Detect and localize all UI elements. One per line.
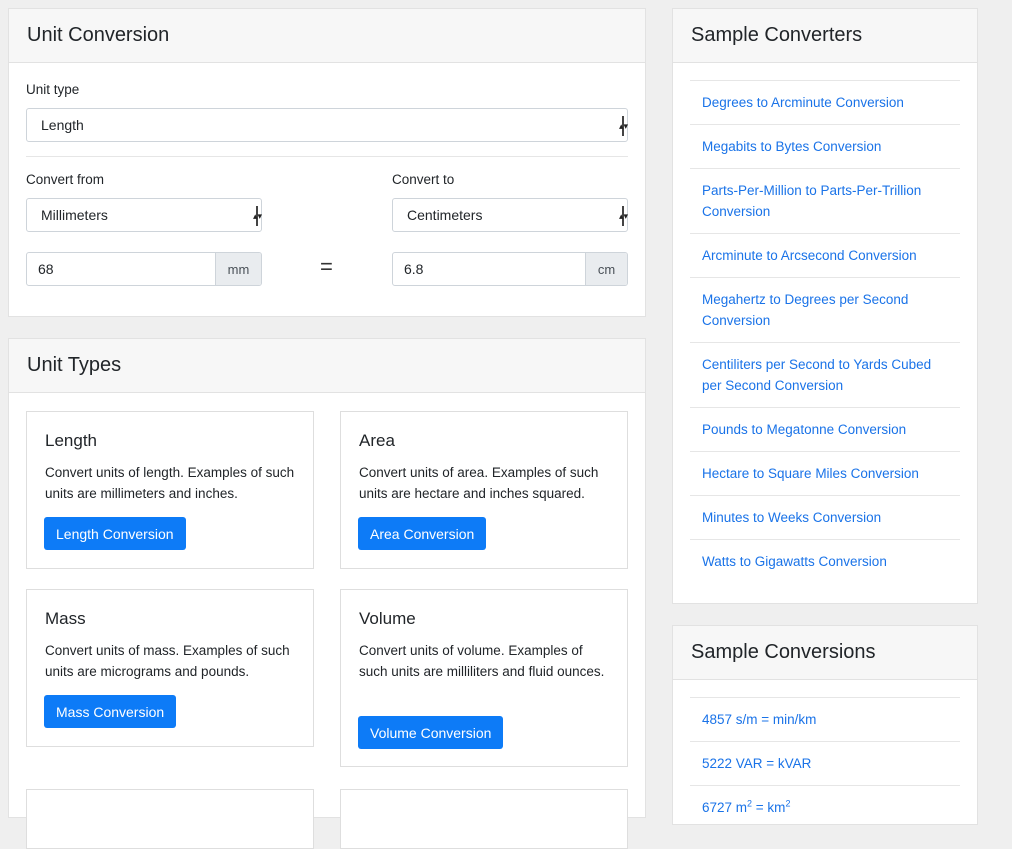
unit-type-tile (26, 789, 314, 849)
tile-description: Convert units of volume. Examples of suc… (359, 643, 605, 679)
from-unit-select[interactable]: Millimeters ▴▾ (26, 198, 262, 232)
tile-description: Convert units of area. Examples of such … (359, 465, 599, 501)
converter-link[interactable]: Hectare to Square Miles Conversion (690, 451, 960, 495)
converter-link[interactable]: Parts-Per-Million to Parts-Per-Trillion … (690, 168, 960, 233)
sample-converters-card: Sample Converters Degrees to Arcminute C… (672, 8, 978, 604)
unit-conversion-title: Unit Conversion (9, 9, 645, 63)
converter-link[interactable]: Pounds to Megatonne Conversion (690, 407, 960, 451)
area-conversion-button[interactable]: Area Conversion (358, 517, 487, 550)
to-unit-select[interactable]: Centimeters ▴▾ (392, 198, 628, 232)
from-value-group: 68 mm (26, 252, 262, 286)
from-unit-value: Millimeters (41, 207, 108, 223)
unit-type-value: Length (41, 117, 84, 133)
unit-type-select[interactable]: Length ▴▾ (26, 108, 628, 142)
converter-link[interactable]: Minutes to Weeks Conversion (690, 495, 960, 539)
tile-description: Convert units of length. Examples of suc… (45, 465, 295, 501)
convert-to-label: Convert to (392, 172, 455, 187)
divider (26, 156, 628, 157)
tile-description: Convert units of mass. Examples of such … (45, 643, 290, 679)
from-unit-addon: mm (215, 253, 261, 285)
converter-link[interactable]: Arcminute to Arcsecond Conversion (690, 233, 960, 277)
unit-type-tile: Length Convert units of length. Examples… (26, 411, 314, 569)
sample-converters-title: Sample Converters (673, 9, 977, 63)
unit-type-tile (340, 789, 628, 849)
tile-title: Area (359, 431, 395, 450)
volume-conversion-button[interactable]: Volume Conversion (358, 716, 504, 749)
unit-conversion-card: Unit Conversion Unit type Length ▴▾ Conv… (8, 8, 646, 317)
to-value-input[interactable]: 6.8 (393, 253, 585, 285)
convert-from-label: Convert from (26, 172, 105, 187)
equals-sign: = (320, 254, 333, 279)
select-arrow-icon: ▴▾ (253, 206, 262, 226)
sample-conversions-title: Sample Conversions (673, 626, 977, 680)
conversion-link[interactable]: 4857 s/m = min/km (690, 697, 960, 741)
converter-list: Degrees to Arcminute Conversion Megabits… (690, 80, 960, 583)
to-unit-addon: cm (585, 253, 627, 285)
select-arrow-icon: ▴▾ (619, 206, 628, 226)
converter-link[interactable]: Megahertz to Degrees per Second Conversi… (690, 277, 960, 342)
converter-link[interactable]: Megabits to Bytes Conversion (690, 124, 960, 168)
converter-link[interactable]: Watts to Gigawatts Conversion (690, 539, 960, 583)
converter-link[interactable]: Centiliters per Second to Yards Cubed pe… (690, 342, 960, 407)
tile-title: Mass (45, 609, 86, 628)
tile-title: Volume (359, 609, 416, 628)
to-value-group: 6.8 cm (392, 252, 628, 286)
unit-types-title: Unit Types (9, 339, 645, 393)
length-conversion-button[interactable]: Length Conversion (44, 517, 186, 550)
unit-type-tile: Area Convert units of area. Examples of … (340, 411, 628, 569)
tile-title: Length (45, 431, 97, 450)
unit-types-card: Unit Types Length Convert units of lengt… (8, 338, 646, 849)
unit-type-tile: Mass Convert units of mass. Examples of … (26, 589, 314, 747)
conversion-link[interactable]: 6727 m2 = km2 (690, 785, 960, 829)
mass-conversion-button[interactable]: Mass Conversion (44, 695, 177, 728)
sample-conversions-card: Sample Conversions 4857 s/m = min/km 522… (672, 625, 978, 825)
unit-type-tile: Volume Convert units of volume. Examples… (340, 589, 628, 767)
select-arrow-icon: ▴▾ (619, 116, 628, 136)
conversion-link[interactable]: 5222 VAR = kVAR (690, 741, 960, 785)
converter-link[interactable]: Degrees to Arcminute Conversion (690, 80, 960, 124)
conversion-list: 4857 s/m = min/km 5222 VAR = kVAR 6727 m… (690, 697, 960, 829)
to-unit-value: Centimeters (407, 207, 483, 223)
from-value-input[interactable]: 68 (27, 253, 215, 285)
unit-type-label: Unit type (26, 82, 80, 97)
